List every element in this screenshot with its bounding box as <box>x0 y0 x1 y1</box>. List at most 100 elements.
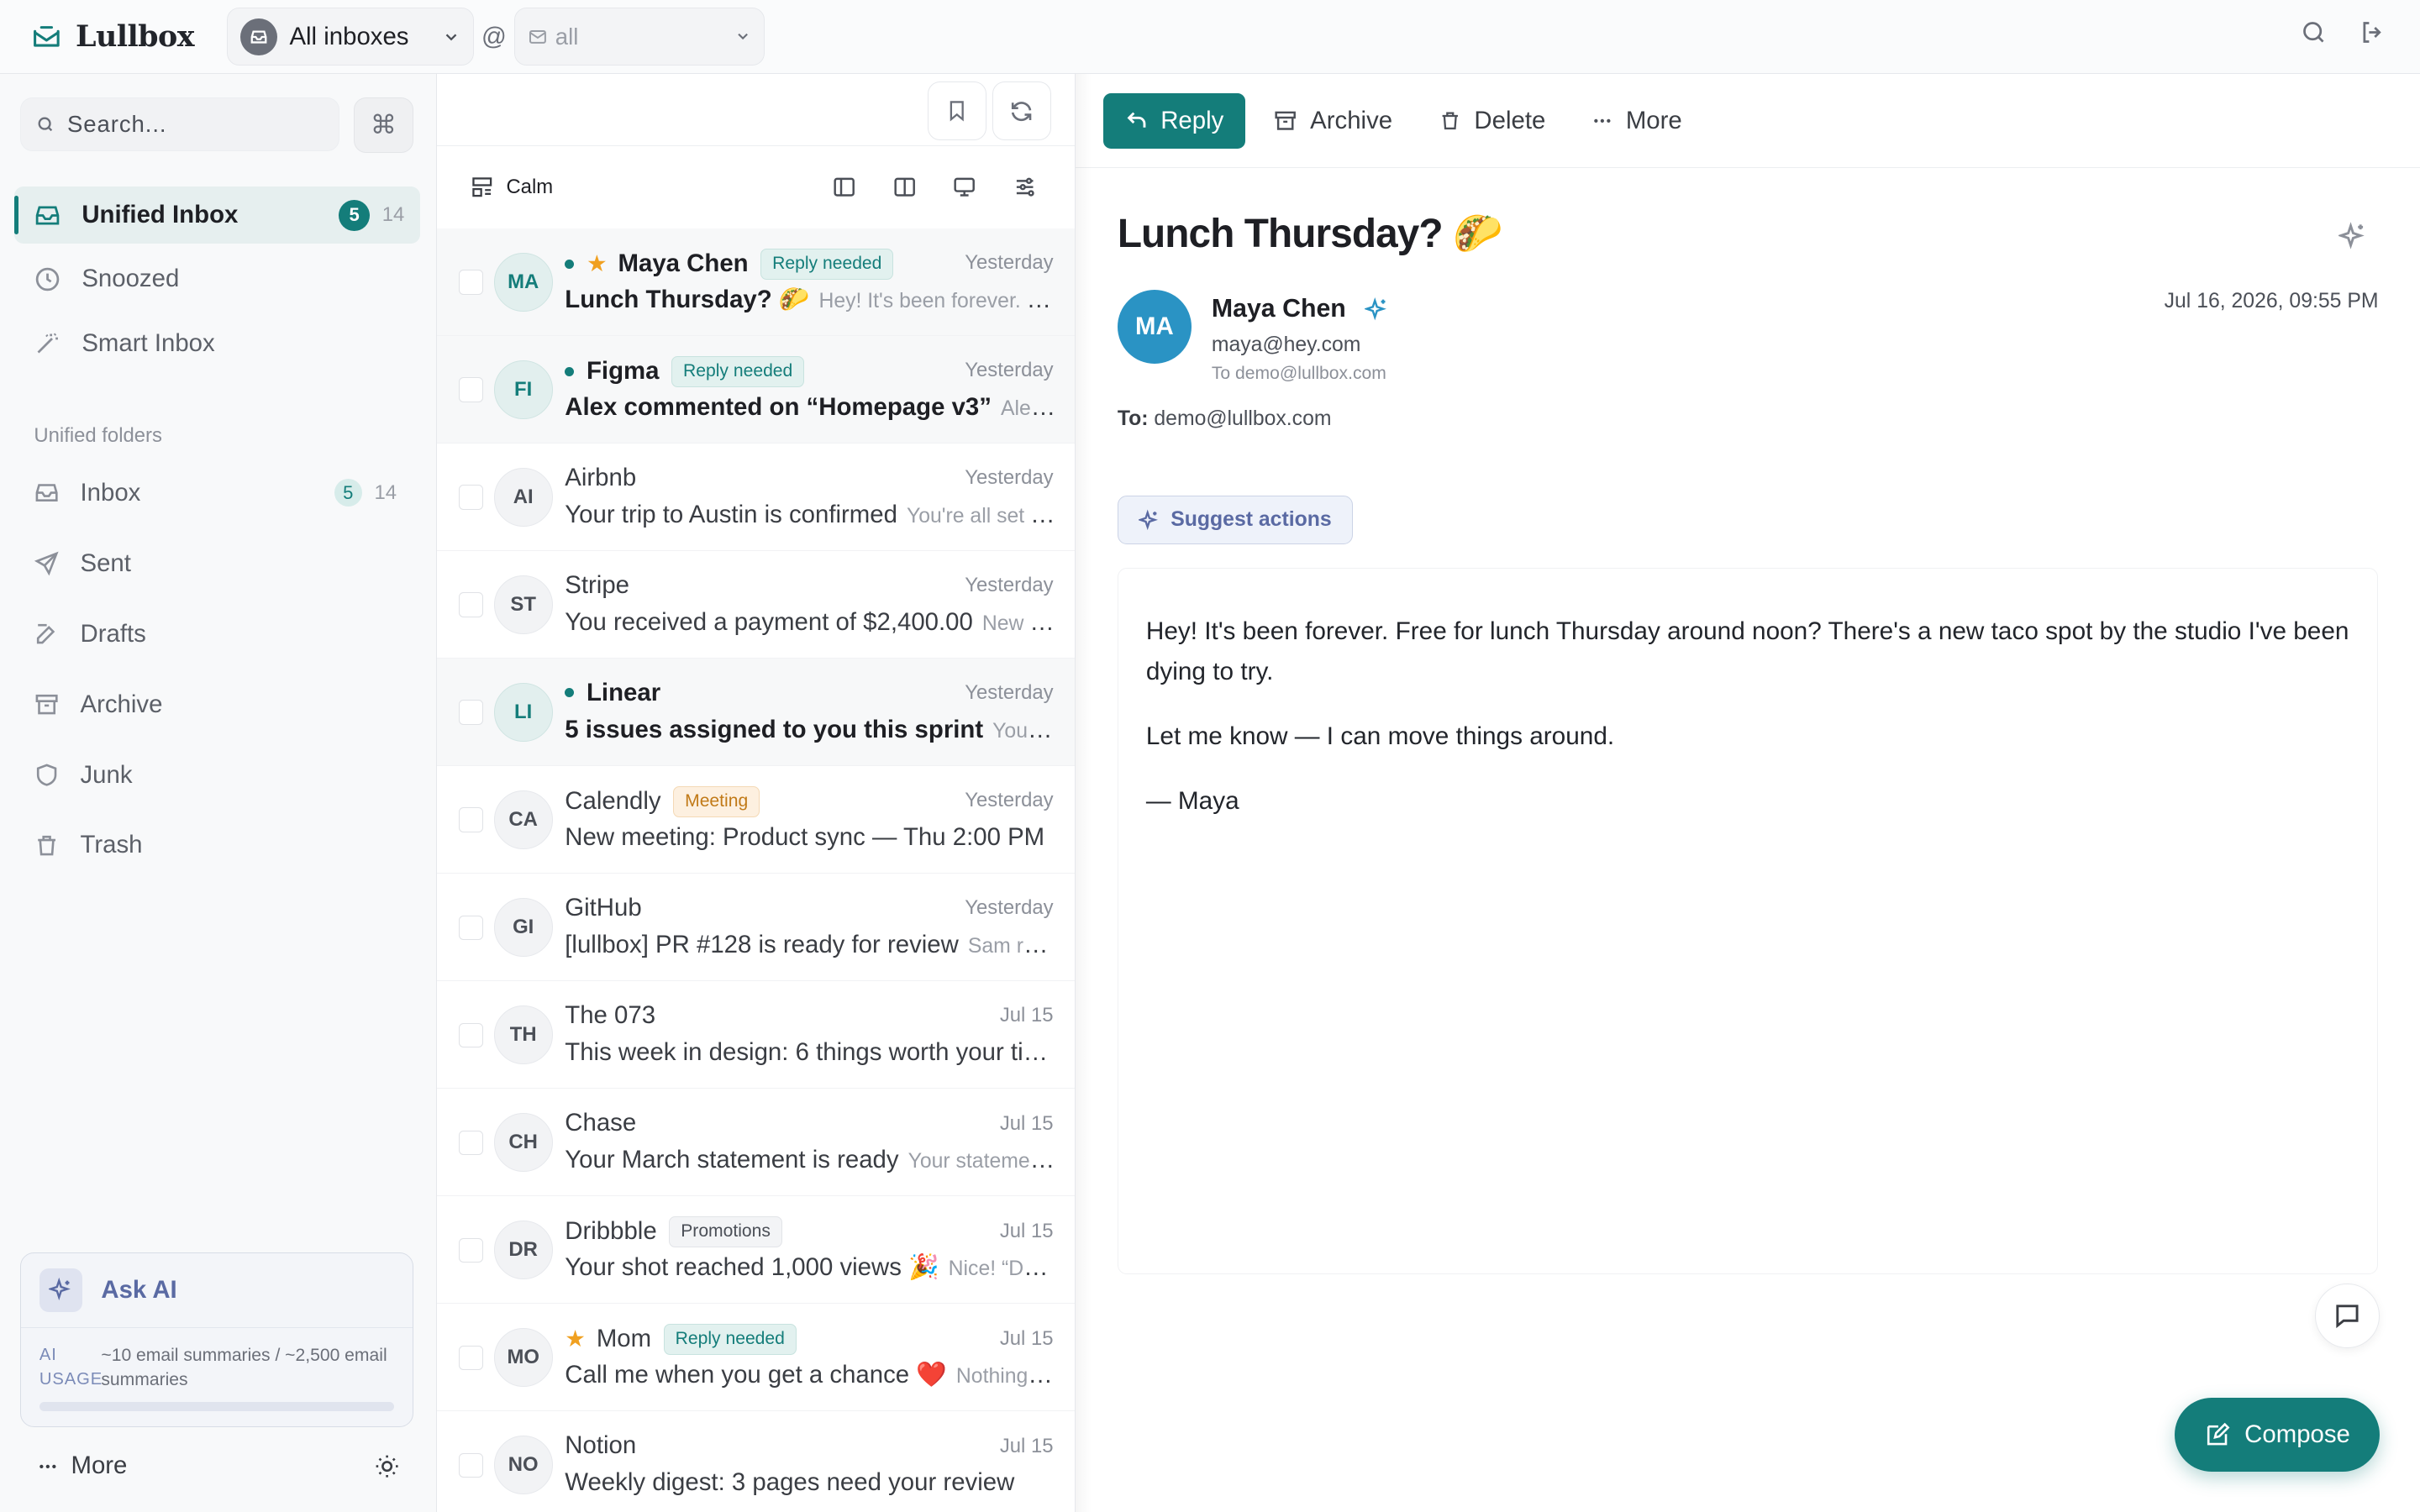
sparkle-icon[interactable] <box>1364 297 1389 321</box>
app-window: Lullbox All inboxes @ all Search... ⌘ Un… <box>0 0 2420 1512</box>
select-checkbox[interactable] <box>458 377 483 402</box>
chat-button[interactable] <box>2315 1284 2381 1349</box>
select-checkbox[interactable] <box>458 270 483 295</box>
message-summary: Your March statement is ready Your statem… <box>565 1146 1055 1174</box>
select-checkbox[interactable] <box>458 700 483 725</box>
message-row[interactable]: MA ★ Maya Chen Reply needed Yesterday Lunch T… <box>436 228 1076 336</box>
compose-button[interactable]: Compose <box>2175 1398 2381 1473</box>
message-date: Jul 15 <box>999 1434 1054 1457</box>
send-icon <box>34 551 59 576</box>
message-sender: Mom <box>596 1325 652 1353</box>
sidebar-layout-icon[interactable] <box>832 175 856 199</box>
folder-trash[interactable]: Trash <box>14 816 420 874</box>
select-checkbox[interactable] <box>458 915 483 940</box>
message-row[interactable]: CA Calendly Meeting Yesterday New meeting: P… <box>436 766 1076 874</box>
message-tag: Reply needed <box>671 355 805 387</box>
archive-button[interactable]: Archive <box>1273 107 1392 135</box>
at-symbol: @ <box>481 22 507 50</box>
message-row[interactable]: FI Figma Reply needed Yesterday Alex comment… <box>436 335 1076 444</box>
split-view-icon[interactable] <box>892 175 917 199</box>
message-summary: Your trip to Austin is confirmed You're a… <box>565 501 1055 529</box>
select-checkbox[interactable] <box>458 807 483 832</box>
more-actions-button[interactable]: More <box>1591 107 1682 135</box>
inbox-selector[interactable]: All inboxes <box>226 7 474 66</box>
nav-item-snoozed[interactable]: Snoozed <box>14 250 420 307</box>
ai-usage-text: ~10 email summaries / ~2,500 email summa… <box>101 1346 387 1390</box>
message-tag: Promotions <box>669 1215 782 1247</box>
sparkle-icon[interactable] <box>2338 221 2368 250</box>
monitor-icon[interactable] <box>952 175 976 199</box>
message-row[interactable]: NO Notion Jul 15 Weekly digest: 3 pages nee… <box>437 1411 1075 1512</box>
email-date: Jul 16, 2026, 09:55 PM <box>2164 290 2379 313</box>
folder-sent[interactable]: Sent <box>14 535 420 592</box>
search-input[interactable]: Search... <box>19 97 340 151</box>
primary-nav: Unified Inbox 5 14 Snoozed Smart Inbox <box>13 186 420 379</box>
message-date: Yesterday <box>965 466 1054 490</box>
nav-item-smart-inbox[interactable]: Smart Inbox <box>14 315 420 372</box>
message-row[interactable]: CH Chase Jul 15 Your March statement is rea… <box>436 1089 1076 1196</box>
message-sender: GitHub <box>565 893 642 921</box>
ask-ai-card[interactable]: Ask AI AI USAGE ~10 email summaries / ~2… <box>19 1252 414 1428</box>
sender-avatar: AI <box>493 468 553 528</box>
search-placeholder: Search... <box>66 110 167 137</box>
message-preview: You have new issues. <box>992 719 1056 743</box>
message-row[interactable]: TH The 073 Jul 15 This week in design: 6 th… <box>436 981 1076 1089</box>
refresh-button[interactable] <box>992 81 1051 141</box>
ellipsis-icon <box>1594 118 1611 123</box>
star-icon[interactable]: ★ <box>565 1326 586 1352</box>
message-from-line: Stripe <box>565 571 629 600</box>
message-preview: Sam requested your review. <box>967 934 1056 958</box>
bookmark-button[interactable] <box>927 81 986 141</box>
message-row[interactable]: ST Stripe Yesterday You received a payment … <box>436 551 1076 659</box>
shield-icon <box>37 764 57 786</box>
star-icon[interactable]: ★ <box>587 250 608 277</box>
reply-button[interactable]: Reply <box>1103 92 1246 149</box>
suggest-actions-button[interactable]: Suggest actions <box>1117 495 1353 545</box>
message-from-line: Chase <box>565 1109 636 1137</box>
message-subject: Alex commented on “Homepage v3” <box>565 392 992 421</box>
logout-icon[interactable] <box>2359 18 2386 46</box>
message-row[interactable]: MO ★ Mom Reply needed Jul 15 Call me when you… <box>436 1304 1076 1411</box>
trash-icon <box>1442 112 1459 129</box>
message-sender: The 073 <box>565 1000 656 1029</box>
message-summary: Lunch Thursday? 🌮 Hey! It's been forever.… <box>565 286 1055 314</box>
chat-bubble-icon <box>2336 1305 2359 1329</box>
select-checkbox[interactable] <box>458 1022 483 1047</box>
account-selector[interactable]: all <box>514 7 765 66</box>
sidebar-more-button[interactable]: More <box>37 1452 127 1480</box>
select-checkbox[interactable] <box>458 1452 483 1478</box>
folder-inbox[interactable]: Inbox 5 14 <box>14 465 420 522</box>
folder-junk[interactable]: Junk <box>14 747 420 804</box>
select-checkbox[interactable] <box>458 1237 483 1263</box>
unread-dot <box>565 366 575 376</box>
nav-item-unified-inbox[interactable]: Unified Inbox 5 14 <box>13 186 420 244</box>
folder-archive[interactable]: Archive <box>14 676 420 733</box>
select-checkbox[interactable] <box>458 1345 483 1370</box>
delete-button[interactable]: Delete <box>1439 107 1545 135</box>
message-summary: You received a payment of $2,400.00 New p… <box>565 608 1055 637</box>
ask-ai-title: Ask AI <box>101 1276 177 1305</box>
message-row[interactable]: DR Dribbble Promotions Jul 15 Your shot reac… <box>436 1196 1076 1304</box>
message-preview: Alex left a comment on your file. <box>1000 396 1055 420</box>
account-selector-label: all <box>555 23 579 50</box>
select-checkbox[interactable] <box>458 592 483 617</box>
message-summary: Alex commented on “Homepage v3” Alex left… <box>565 393 1055 422</box>
message-row[interactable]: AI Airbnb Yesterday Your trip to Austin is … <box>436 444 1076 551</box>
message-subject: 5 issues assigned to you this sprint <box>565 715 984 743</box>
message-subject: Your shot reached 1,000 views 🎉 <box>565 1252 939 1281</box>
sun-icon[interactable] <box>374 1453 400 1479</box>
sliders-icon[interactable] <box>1013 175 1037 199</box>
select-checkbox[interactable] <box>458 485 483 510</box>
sender-avatar[interactable]: MA <box>1117 290 1192 365</box>
command-palette-button[interactable]: ⌘ <box>353 97 414 153</box>
app-logo[interactable]: Lullbox <box>31 19 223 54</box>
sender-email: maya@hey.com <box>1211 333 1361 356</box>
sender-avatar: FI <box>493 360 553 420</box>
message-row[interactable]: LI Linear Yesterday 5 issues assigned to yo… <box>436 658 1076 766</box>
search-icon[interactable] <box>2300 18 2328 46</box>
view-mode-label[interactable]: Calm <box>506 176 553 199</box>
select-checkbox[interactable] <box>458 1130 483 1155</box>
folder-drafts[interactable]: Drafts <box>14 606 420 663</box>
message-row[interactable]: GI GitHub Yesterday [lullbox] PR #128 is re… <box>436 874 1076 981</box>
sender-name[interactable]: Maya Chen <box>1212 295 1346 323</box>
